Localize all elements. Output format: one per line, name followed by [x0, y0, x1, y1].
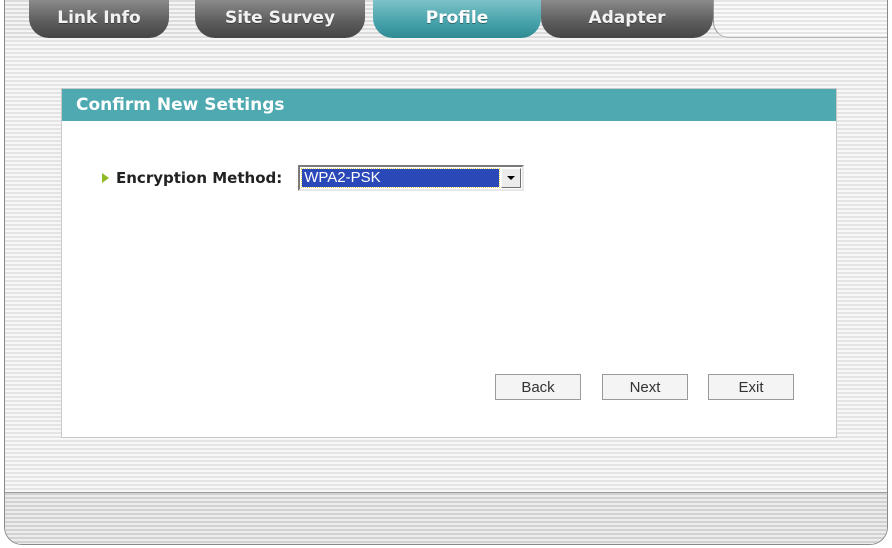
footer-bar: [5, 492, 887, 544]
encryption-method-row: Encryption Method: WPA2-PSK: [102, 164, 525, 192]
encryption-method-value: WPA2-PSK: [301, 168, 501, 188]
dropdown-button[interactable]: [501, 168, 522, 188]
tab-label: Adapter: [588, 8, 666, 28]
encryption-method-select[interactable]: WPA2-PSK: [298, 165, 525, 191]
encryption-method-label: Encryption Method:: [116, 169, 283, 187]
chevron-down-icon: [507, 176, 516, 180]
exit-button[interactable]: Exit: [708, 374, 794, 400]
tab-site-survey[interactable]: Site Survey: [195, 0, 365, 38]
app-window: Link Info Site Survey Profile Adapter Co…: [4, 0, 888, 545]
tab-bar: Link Info Site Survey Profile Adapter: [5, 0, 887, 40]
tab-label: Profile: [425, 8, 489, 28]
tab-adapter[interactable]: Adapter: [541, 0, 713, 38]
tab-label: Link Info: [57, 8, 141, 28]
tab-profile[interactable]: Profile: [373, 0, 541, 38]
next-button[interactable]: Next: [602, 374, 688, 400]
tab-link-info[interactable]: Link Info: [29, 0, 169, 38]
back-button[interactable]: Back: [495, 374, 581, 400]
tab-bar-filler: [713, 0, 887, 38]
panel-title: Confirm New Settings: [62, 89, 836, 121]
bullet-arrow-icon: [102, 173, 109, 183]
confirm-settings-panel: Confirm New Settings Encryption Method: …: [61, 88, 837, 438]
tab-label: Site Survey: [224, 8, 336, 28]
